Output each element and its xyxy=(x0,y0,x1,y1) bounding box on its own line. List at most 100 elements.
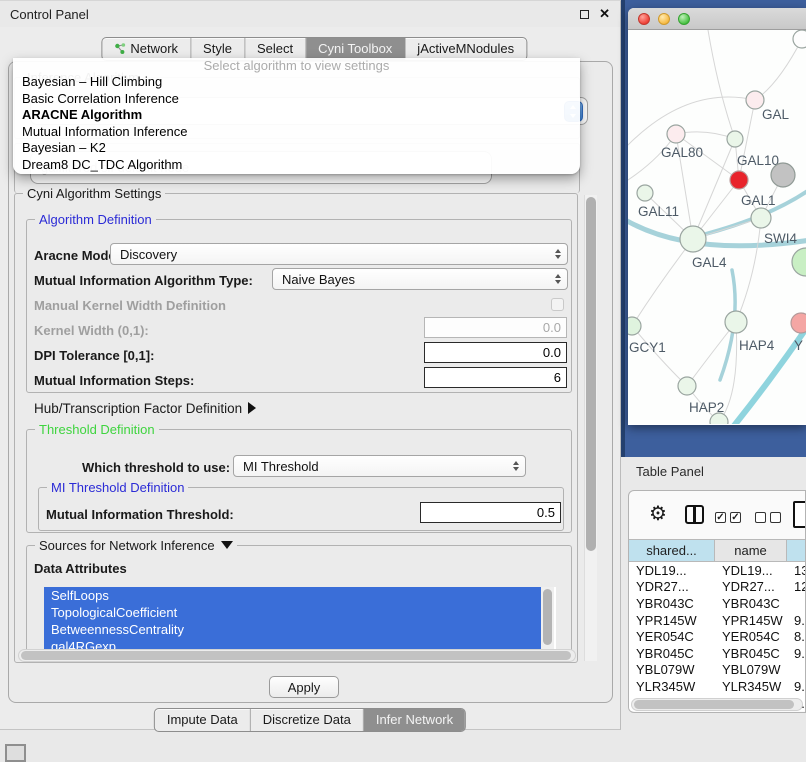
scrollbar-thumb[interactable] xyxy=(543,589,552,645)
node-label-hap4: HAP4 xyxy=(739,338,775,353)
mi-steps-value: 6 xyxy=(554,370,561,385)
tab-select[interactable]: Select xyxy=(245,38,306,60)
unchecked-checkbox-icon[interactable] xyxy=(755,512,766,523)
attribute-item-betweennesscentrality[interactable]: BetweennessCentrality xyxy=(44,621,541,638)
tab-style[interactable]: Style xyxy=(191,38,245,60)
checked-checkbox-icon[interactable]: ✓ xyxy=(730,512,741,523)
table-cell: YBR045C xyxy=(715,645,787,662)
attribute-item-topologicalcoefficient[interactable]: TopologicalCoefficient xyxy=(44,604,541,621)
settings-vertical-scrollbar[interactable] xyxy=(584,195,597,661)
columns-icon[interactable] xyxy=(685,505,704,524)
close-panel-icon[interactable]: ✕ xyxy=(599,9,610,19)
table-row[interactable]: YDR27...YDR27...12 xyxy=(629,579,806,596)
unchecked-checkbox-icon[interactable] xyxy=(770,512,781,523)
column-header-a[interactable]: A xyxy=(787,540,806,561)
checked-checkbox-icon[interactable]: ✓ xyxy=(715,512,726,523)
kernel-width-field[interactable]: 0.0 xyxy=(424,317,567,338)
network-node-gal10[interactable] xyxy=(727,131,743,147)
close-window-icon[interactable] xyxy=(638,13,650,25)
network-node-y[interactable] xyxy=(791,313,806,333)
mi-algorithm-type-label: Mutual Information Algorithm Type: xyxy=(34,273,253,288)
manual-kernel-width-checkbox[interactable] xyxy=(551,298,564,311)
tab-label: Network xyxy=(130,41,178,56)
network-node[interactable] xyxy=(771,163,795,187)
network-edge-thick[interactable] xyxy=(702,182,806,235)
network-canvas[interactable]: GALGAL80GAL10GAL1SWI4GAL11GAL4GCY1HAP4YH… xyxy=(628,30,806,424)
table-cell: 9. xyxy=(787,645,806,662)
aracne-mode-value: Discovery xyxy=(120,247,177,262)
tab-network[interactable]: Network xyxy=(102,38,191,60)
scrollbar-thumb[interactable] xyxy=(634,700,794,709)
mi-threshold-field[interactable]: 0.5 xyxy=(420,502,561,523)
network-node-hap4[interactable] xyxy=(725,311,747,333)
aracne-mode-combo[interactable]: Discovery xyxy=(110,243,568,265)
tab-cyni-toolbox[interactable]: Cyni Toolbox xyxy=(306,38,405,60)
network-edge[interactable] xyxy=(632,326,687,386)
table-cell: YBR043C xyxy=(629,595,715,612)
network-edge[interactable] xyxy=(736,218,761,322)
table-row[interactable]: YBR043CYBR043C xyxy=(629,595,806,612)
dropdown-item-bayesian-k2[interactable]: Bayesian – K2 xyxy=(13,140,580,157)
network-window-titlebar xyxy=(628,8,806,30)
network-node-gal1[interactable] xyxy=(730,171,748,189)
network-edge[interactable] xyxy=(755,39,802,100)
network-node[interactable] xyxy=(792,248,806,276)
which-threshold-combo[interactable]: MI Threshold xyxy=(233,455,526,477)
mi-steps-field[interactable]: 6 xyxy=(424,367,567,388)
column-header-shared[interactable]: shared... xyxy=(629,540,715,561)
node-label-gcy1: GCY1 xyxy=(629,340,666,355)
hub-section-label: Hub/Transcription Factor Definition xyxy=(34,401,242,416)
node-label-gal4: GAL4 xyxy=(692,255,727,270)
dropdown-item-mutual-information-inference[interactable]: Mutual Information Inference xyxy=(13,124,580,141)
table-cell: 13 xyxy=(787,562,806,579)
network-edge[interactable] xyxy=(632,239,693,326)
tab-discretize-data[interactable]: Discretize Data xyxy=(251,709,364,731)
network-node-gcy1[interactable] xyxy=(628,317,641,335)
network-node-hap2[interactable] xyxy=(678,377,696,395)
table-row[interactable]: YDL19...YDL19...13 xyxy=(629,562,806,579)
tab-infer-network[interactable]: Infer Network xyxy=(364,709,465,731)
float-panel-icon[interactable] xyxy=(580,10,589,19)
dropdown-item-basic-correlation-inference[interactable]: Basic Correlation Inference xyxy=(13,91,580,108)
gear-icon[interactable]: ⚙ xyxy=(649,504,667,524)
network-node[interactable] xyxy=(793,30,806,48)
table-cell: YBR043C xyxy=(715,595,787,612)
mi-algorithm-type-combo[interactable]: Naive Bayes xyxy=(272,268,568,290)
network-edge[interactable] xyxy=(708,30,735,139)
table-row[interactable]: YER054CYER054C8. xyxy=(629,628,806,645)
network-node-swi4[interactable] xyxy=(751,208,771,228)
settings-horizontal-scrollbar[interactable] xyxy=(18,649,576,662)
table-row[interactable]: YBR045CYBR045C9. xyxy=(629,645,806,662)
table-row[interactable]: YPR145WYPR145W9. xyxy=(629,612,806,629)
sources-group-title[interactable]: Sources for Network Inference xyxy=(35,538,237,553)
dropdown-item-aracne-algorithm[interactable]: ARACNE Algorithm xyxy=(13,107,580,124)
scrollbar-thumb[interactable] xyxy=(21,651,571,660)
which-threshold-label: Which threshold to use: xyxy=(82,460,230,475)
attribute-item-selfloops[interactable]: SelfLoops xyxy=(44,587,541,604)
dropdown-item-dream8-dc-tdc-algorithm[interactable]: Dream8 DC_TDC Algorithm xyxy=(13,157,580,174)
zoom-window-icon[interactable] xyxy=(678,13,690,25)
document-icon[interactable] xyxy=(793,501,806,528)
tab-impute-data[interactable]: Impute Data xyxy=(155,709,251,731)
table-panel-title: Table Panel xyxy=(636,464,704,479)
dpi-tolerance-field[interactable]: 0.0 xyxy=(424,342,567,363)
minimized-panel-icon[interactable] xyxy=(5,744,26,762)
column-header-name[interactable]: name xyxy=(715,540,787,561)
table-row[interactable]: YLR345WYLR345W9. xyxy=(629,678,806,695)
node-table: shared...nameA YDL19...YDL19...13YDR27..… xyxy=(629,539,806,711)
network-node-gal11[interactable] xyxy=(637,185,653,201)
hub-section-toggle[interactable]: Hub/Transcription Factor Definition xyxy=(34,401,256,416)
dropdown-item-bayesian-hill-climbing[interactable]: Bayesian – Hill Climbing xyxy=(13,74,580,91)
network-node-gal4[interactable] xyxy=(680,226,706,252)
tab-jactivemnodules[interactable]: jActiveMNodules xyxy=(405,38,526,60)
table-cell xyxy=(787,662,806,679)
minimize-window-icon[interactable] xyxy=(658,13,670,25)
table-cell: YER054C xyxy=(629,628,715,645)
network-view-window: GALGAL80GAL10GAL1SWI4GAL11GAL4GCY1HAP4YH… xyxy=(628,8,806,425)
table-horizontal-scrollbar[interactable] xyxy=(631,698,803,711)
table-cell: YLR345W xyxy=(715,678,787,695)
apply-button[interactable]: Apply xyxy=(269,676,339,698)
scrollbar-thumb[interactable] xyxy=(586,197,596,551)
network-node-gal80[interactable] xyxy=(667,125,685,143)
table-row[interactable]: YBL079WYBL079W xyxy=(629,662,806,679)
